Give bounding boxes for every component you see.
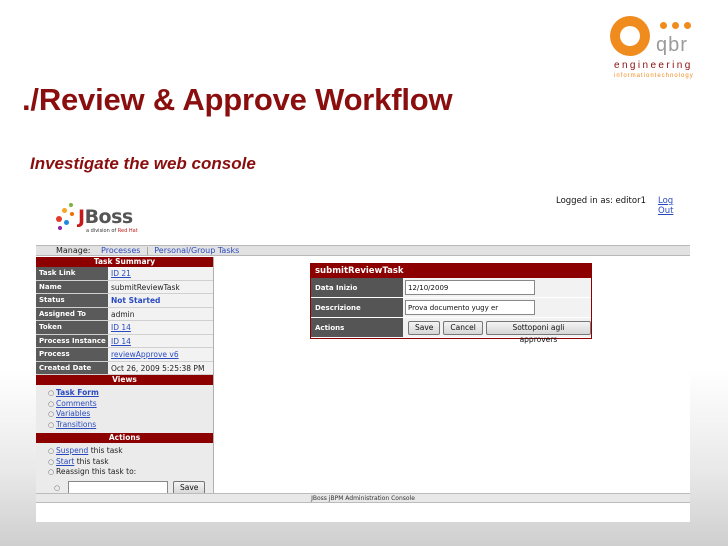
view-task-form[interactable]: Task Form	[56, 388, 99, 397]
qbr-line2: informationtechnology	[614, 73, 694, 79]
qbr-dot-icon	[660, 22, 667, 29]
jboss-dot-icon	[64, 220, 69, 225]
task-summary-header: Task Summary	[36, 257, 213, 267]
list-item: ○ Variables	[48, 409, 213, 420]
data-inizio-input[interactable]	[405, 280, 535, 295]
qbr-wordmark: qbr	[656, 34, 688, 56]
form-value	[403, 298, 591, 317]
logged-in-label: Logged in as: editor1	[556, 196, 646, 206]
form-cancel-button[interactable]: Cancel	[443, 320, 483, 335]
row-key: Task Link	[36, 267, 108, 280]
web-console: Logged in as: editor1 Log Out JBoss a di…	[36, 188, 690, 522]
bullet-icon: ○	[48, 468, 55, 476]
form-row: Data Inizio	[311, 278, 591, 298]
qbr-line1: engineering	[614, 60, 693, 71]
process-link[interactable]: reviewApprove v6	[108, 348, 213, 361]
suspend-text: this task	[88, 446, 123, 455]
form-save-button[interactable]: Save	[408, 320, 441, 335]
manage-label: Manage:	[56, 246, 91, 255]
table-row: Task Link ID 21	[36, 267, 213, 281]
table-row: Name submitReviewTask	[36, 280, 213, 294]
row-key: Status	[36, 294, 108, 307]
task-link[interactable]: ID 21	[108, 267, 213, 280]
list-item: ○ Reassign this task to:	[48, 467, 213, 478]
slide-title: ./Review & Approve Workflow	[22, 82, 453, 117]
bullet-icon: ○	[48, 457, 55, 466]
row-key: Process	[36, 348, 108, 361]
start-text: this task	[74, 456, 109, 466]
row-value: submitReviewTask	[108, 280, 213, 293]
token-link[interactable]: ID 14	[108, 321, 213, 334]
form-row: Actions Save Cancel Sottoponi agli appro…	[311, 318, 591, 344]
jboss-logo: JBoss a division of Red Hat	[54, 200, 154, 240]
jboss-dot-icon	[62, 208, 67, 213]
qbr-dot-icon	[672, 22, 679, 29]
nav-personal-group-tasks[interactable]: Personal/Group Tasks	[154, 246, 239, 255]
list-item: ○ Transitions	[48, 420, 213, 431]
row-value: Oct 26, 2009 5:25:38 PM	[108, 361, 213, 374]
suspend-link[interactable]: Suspend	[56, 446, 88, 455]
start-link[interactable]: Start	[56, 457, 74, 466]
form-row: Descrizione	[311, 298, 591, 318]
bullet-icon: ○	[54, 483, 61, 492]
jboss-wordmark: JBoss	[78, 206, 133, 228]
bullet-icon: ○	[48, 389, 55, 397]
bullet-icon: ○	[48, 410, 55, 418]
actions-header: Actions	[36, 433, 213, 443]
row-key: Assigned To	[36, 307, 108, 320]
view-transitions[interactable]: Transitions	[56, 420, 96, 429]
table-row: Token ID 14	[36, 321, 213, 335]
jboss-dot-icon	[56, 216, 62, 222]
view-comments[interactable]: Comments	[56, 399, 97, 408]
row-value: admin	[108, 307, 213, 320]
table-row: Process reviewApprove v6	[36, 348, 213, 362]
form-actions: Save Cancel Sottoponi agli approvers	[403, 318, 591, 344]
actions-list: ○ Suspend this task ○ Start this task ○ Rea…	[36, 443, 213, 498]
row-key: Process Instance	[36, 334, 108, 347]
view-variables[interactable]: Variables	[56, 409, 90, 418]
bullet-icon: ○	[48, 399, 55, 408]
jboss-tagline: a division of Red Hat	[86, 228, 138, 234]
jboss-dot-icon	[70, 212, 74, 216]
task-form-title: submitReviewTask	[311, 264, 591, 278]
submit-to-approvers-button[interactable]: Sottoponi agli approvers	[485, 320, 591, 344]
list-item: ○ Comments	[48, 399, 213, 410]
table-row: Created Date Oct 26, 2009 5:25:38 PM	[36, 361, 213, 375]
descrizione-label: Descrizione	[311, 298, 403, 317]
list-item: ○ Task Form	[48, 388, 213, 399]
bullet-icon: ○	[48, 447, 55, 455]
qbr-q-icon	[610, 16, 650, 56]
nav-separator: |	[146, 246, 149, 255]
nav-processes[interactable]: Processes	[101, 246, 140, 255]
console-footer: JBoss jBPM Administration Console	[36, 493, 690, 503]
table-row: Assigned To admin	[36, 307, 213, 321]
list-item: ○ Start this task	[48, 457, 213, 468]
reassign-label: Reassign this task to:	[56, 467, 137, 476]
jboss-dot-icon	[69, 203, 73, 207]
views-list: ○ Task Form ○ Comments ○ Variables ○ Transit…	[36, 385, 213, 433]
row-key: Token	[36, 321, 108, 334]
jboss-dot-icon	[58, 226, 62, 230]
descrizione-input[interactable]	[405, 300, 535, 315]
manage-navbar: Manage: Processes | Personal/Group Tasks	[36, 245, 690, 256]
table-row: Status Not Started	[36, 294, 213, 308]
table-row: Process Instance ID 14	[36, 334, 213, 348]
task-panel: Task Summary Task Link ID 21 Name submit…	[36, 257, 214, 495]
bullet-icon: ○	[48, 420, 55, 429]
views-header: Views	[36, 375, 213, 385]
qbr-dot-icon	[684, 22, 691, 29]
qbr-logo: qbr engineering informationtechnology	[604, 14, 714, 82]
data-inizio-label: Data Inizio	[311, 278, 403, 297]
task-form: submitReviewTask Data Inizio Descrizione…	[310, 263, 592, 344]
status-value: Not Started	[108, 294, 213, 307]
slide-subtitle: Investigate the web console	[30, 154, 256, 173]
actions-label: Actions	[311, 318, 403, 337]
list-item: ○ Suspend this task	[48, 446, 213, 457]
row-key: Created Date	[36, 361, 108, 374]
process-instance-link[interactable]: ID 14	[108, 334, 213, 347]
row-key: Name	[36, 280, 108, 293]
form-value	[403, 278, 591, 297]
logout-link[interactable]: Log Out	[658, 196, 690, 216]
